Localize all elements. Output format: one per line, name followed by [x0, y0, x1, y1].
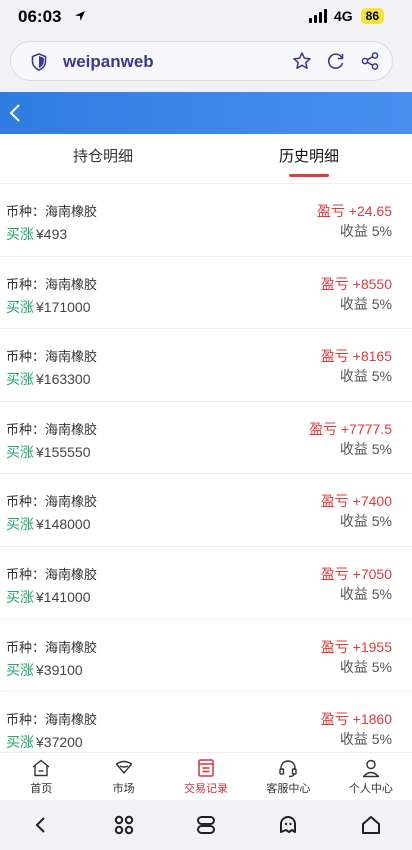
share-icon[interactable] — [360, 51, 380, 71]
record-pnl: 盈亏 +1860 — [320, 711, 392, 728]
page-header — [0, 92, 412, 134]
apps-icon[interactable] — [112, 813, 136, 837]
status-indicators: 4G 86 — [308, 8, 384, 24]
home-nav-icon[interactable] — [359, 813, 383, 837]
back-arrow-icon[interactable] — [8, 103, 22, 123]
record-symbol: 币种：海南橡胶 — [6, 494, 98, 510]
record-amount: ¥148000 — [36, 516, 91, 533]
nav-label: 首页 — [30, 783, 53, 795]
record-yield: 收益 5% — [339, 440, 392, 457]
record-amount: ¥155550 — [36, 443, 91, 460]
nav-home[interactable]: 首页 — [0, 753, 82, 800]
record-symbol: 币种：海南橡胶 — [6, 421, 98, 437]
record-tabs: 持仓明细 历史明细 — [0, 134, 412, 184]
nav-profile[interactable]: 个人中心 — [330, 753, 412, 800]
record-pnl: 盈亏 +7777.5 — [309, 420, 392, 437]
record-direction: 买涨 — [6, 516, 34, 533]
system-nav-bar — [0, 800, 412, 850]
reload-icon[interactable] — [326, 51, 346, 71]
tabs-icon[interactable] — [194, 813, 218, 837]
status-bar: 06:03 4G 86 — [0, 0, 412, 36]
record-yield: 收益 5% — [339, 585, 392, 602]
battery-indicator: 86 — [360, 8, 384, 24]
star-icon[interactable] — [292, 51, 312, 71]
nav-records[interactable]: 交易记录 — [165, 753, 247, 800]
tab-history[interactable]: 历史明细 — [206, 134, 412, 183]
nav-support[interactable]: 客服中心 — [247, 753, 329, 800]
headset-icon — [279, 760, 298, 778]
list-item[interactable]: 币种：海南橡胶 买涨 ¥141000 盈亏 +7050 收益 5% — [0, 546, 412, 620]
nav-label: 交易记录 — [184, 783, 229, 795]
record-yield: 收益 5% — [339, 368, 392, 385]
record-amount: ¥163300 — [36, 371, 91, 388]
record-symbol: 币种：海南橡胶 — [6, 204, 98, 219]
record-yield: 收益 5% — [339, 295, 392, 312]
location-arrow-icon — [75, 11, 85, 21]
tab-positions[interactable]: 持仓明细 — [0, 134, 206, 183]
signal-icon — [308, 9, 327, 23]
record-symbol: 币种：海南橡胶 — [6, 639, 98, 655]
browser-toolbar: weipanweb — [0, 36, 412, 92]
url-text: weipanweb — [63, 52, 154, 71]
assistant-icon[interactable] — [276, 813, 300, 837]
status-time: 06:03 — [18, 7, 62, 26]
record-direction: 买涨 — [6, 661, 34, 678]
record-direction: 买涨 — [6, 588, 34, 605]
record-pnl: 盈亏 +7050 — [320, 565, 392, 582]
record-pnl: 盈亏 +8550 — [320, 275, 392, 292]
list-item[interactable]: 币种：海南橡胶 买涨 ¥155550 盈亏 +7777.5 收益 5% — [0, 401, 412, 475]
record-pnl: 盈亏 +1955 — [320, 638, 392, 655]
record-pnl: 盈亏 +7400 — [320, 493, 392, 510]
network-type: 4G — [333, 8, 353, 24]
record-symbol: 币种：海南橡胶 — [6, 712, 98, 728]
nav-label: 客服中心 — [266, 783, 311, 795]
record-pnl: 盈亏 +24.65 — [316, 203, 392, 219]
list-item[interactable]: 币种：海南橡胶 买涨 ¥39100 盈亏 +1955 收益 5% — [0, 619, 412, 693]
list-item[interactable]: 币种：海南橡胶 买涨 ¥37200 盈亏 +1860 收益 5% — [0, 692, 412, 752]
list-item[interactable]: 币种：海南橡胶 买涨 ¥493 盈亏 +24.65 收益 5% — [0, 184, 412, 257]
record-direction: 买涨 — [6, 443, 34, 460]
list-item[interactable]: 币种：海南橡胶 买涨 ¥148000 盈亏 +7400 收益 5% — [0, 474, 412, 547]
record-amount: ¥493 — [36, 226, 68, 242]
record-amount: ¥37200 — [36, 734, 83, 751]
list-item[interactable]: 币种：海南橡胶 买涨 ¥171000 盈亏 +8550 收益 5% — [0, 256, 412, 330]
record-symbol: 币种：海南橡胶 — [6, 566, 98, 582]
nav-label: 市场 — [112, 783, 135, 795]
shield-icon — [31, 53, 47, 71]
history-list: 币种：海南橡胶 买涨 ¥493 盈亏 +24.65 收益 5% 币种：海南橡胶 买… — [0, 184, 412, 752]
address-bar[interactable]: weipanweb — [10, 41, 393, 81]
home-icon — [32, 759, 50, 777]
record-yield: 收益 5% — [339, 731, 392, 748]
market-icon — [115, 760, 132, 774]
record-symbol: 币种：海南橡胶 — [6, 276, 98, 292]
nav-label: 个人中心 — [348, 783, 393, 795]
record-direction: 买涨 — [6, 371, 34, 388]
record-amount: ¥141000 — [36, 588, 91, 605]
list-item[interactable]: 币种：海南橡胶 买涨 ¥163300 盈亏 +8165 收益 5% — [0, 329, 412, 402]
record-pnl: 盈亏 +8165 — [320, 348, 392, 365]
record-yield: 收益 5% — [339, 658, 392, 675]
record-yield: 收益 5% — [339, 223, 392, 239]
bottom-nav: 首页 市场 交易记录 客服中心 个人中心 — [0, 752, 412, 800]
nav-market[interactable]: 市场 — [82, 753, 164, 800]
record-yield: 收益 5% — [339, 513, 392, 530]
record-amount: ¥39100 — [36, 661, 83, 678]
records-icon — [198, 759, 214, 777]
back-icon[interactable] — [29, 813, 53, 837]
record-amount: ¥171000 — [36, 298, 91, 315]
record-direction: 买涨 — [6, 734, 34, 751]
user-icon — [362, 759, 380, 778]
record-symbol: 币种：海南橡胶 — [6, 349, 98, 365]
record-direction: 买涨 — [6, 298, 34, 315]
record-direction: 买涨 — [6, 226, 34, 242]
